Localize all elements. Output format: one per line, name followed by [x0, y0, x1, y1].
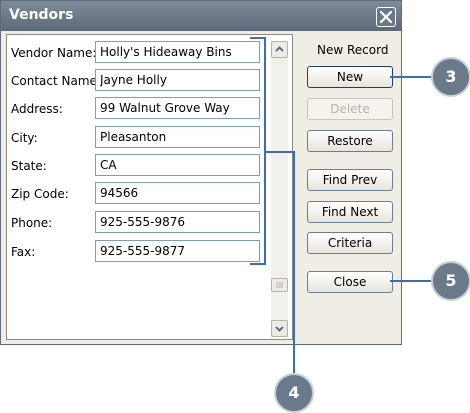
- zip-code-label: Zip Code:: [11, 187, 69, 201]
- callout-5-line: [390, 280, 432, 282]
- city-field[interactable]: [95, 126, 260, 148]
- phone-field[interactable]: [95, 211, 260, 233]
- window-title: Vendors: [9, 7, 74, 23]
- address-field[interactable]: [95, 97, 260, 119]
- restore-button[interactable]: Restore: [307, 130, 393, 152]
- state-field[interactable]: [95, 154, 260, 176]
- find-prev-button[interactable]: Find Prev: [307, 169, 393, 191]
- close-button[interactable]: Close: [307, 271, 393, 293]
- fax-label: Fax:: [11, 245, 36, 259]
- callout-4-line: [293, 151, 295, 375]
- state-label: State:: [11, 159, 47, 173]
- new-button[interactable]: New: [307, 66, 393, 88]
- scroll-down-button[interactable]: [271, 320, 288, 337]
- fax-field[interactable]: [95, 240, 260, 262]
- callout-5-badge: 5: [431, 261, 470, 301]
- close-window-button[interactable]: [376, 7, 396, 27]
- record-scrollbar[interactable]: [271, 41, 288, 337]
- vendors-dialog: Vendors Vendor Name: Contact Name: Addre…: [0, 0, 402, 345]
- title-bar: Vendors: [1, 1, 401, 31]
- find-next-button[interactable]: Find Next: [307, 201, 393, 223]
- zip-code-field[interactable]: [95, 182, 260, 204]
- vendor-name-label: Vendor Name:: [11, 46, 97, 60]
- callout-3-line: [390, 76, 432, 78]
- scroll-up-button[interactable]: [271, 41, 288, 58]
- record-pane: Vendor Name: Contact Name: Address: City…: [6, 34, 293, 340]
- criteria-button[interactable]: Criteria: [307, 232, 393, 254]
- close-icon: [379, 10, 393, 24]
- chevron-down-icon: [275, 326, 284, 332]
- grip-icon: [276, 282, 283, 288]
- city-label: City:: [11, 131, 38, 145]
- chevron-up-icon: [275, 46, 284, 52]
- delete-button: Delete: [307, 98, 393, 120]
- contact-name-field[interactable]: [95, 69, 260, 91]
- vendor-name-field[interactable]: [95, 41, 260, 63]
- fields-bracket-connector: [266, 151, 294, 153]
- scroll-thumb[interactable]: [271, 278, 288, 292]
- callout-4-badge: 4: [274, 373, 314, 413]
- record-status: New Record: [317, 43, 389, 57]
- address-label: Address:: [11, 102, 63, 116]
- phone-label: Phone:: [11, 216, 53, 230]
- contact-name-label: Contact Name:: [11, 74, 101, 88]
- callout-3-badge: 3: [431, 57, 470, 97]
- fields-bracket-bottom: [250, 263, 266, 265]
